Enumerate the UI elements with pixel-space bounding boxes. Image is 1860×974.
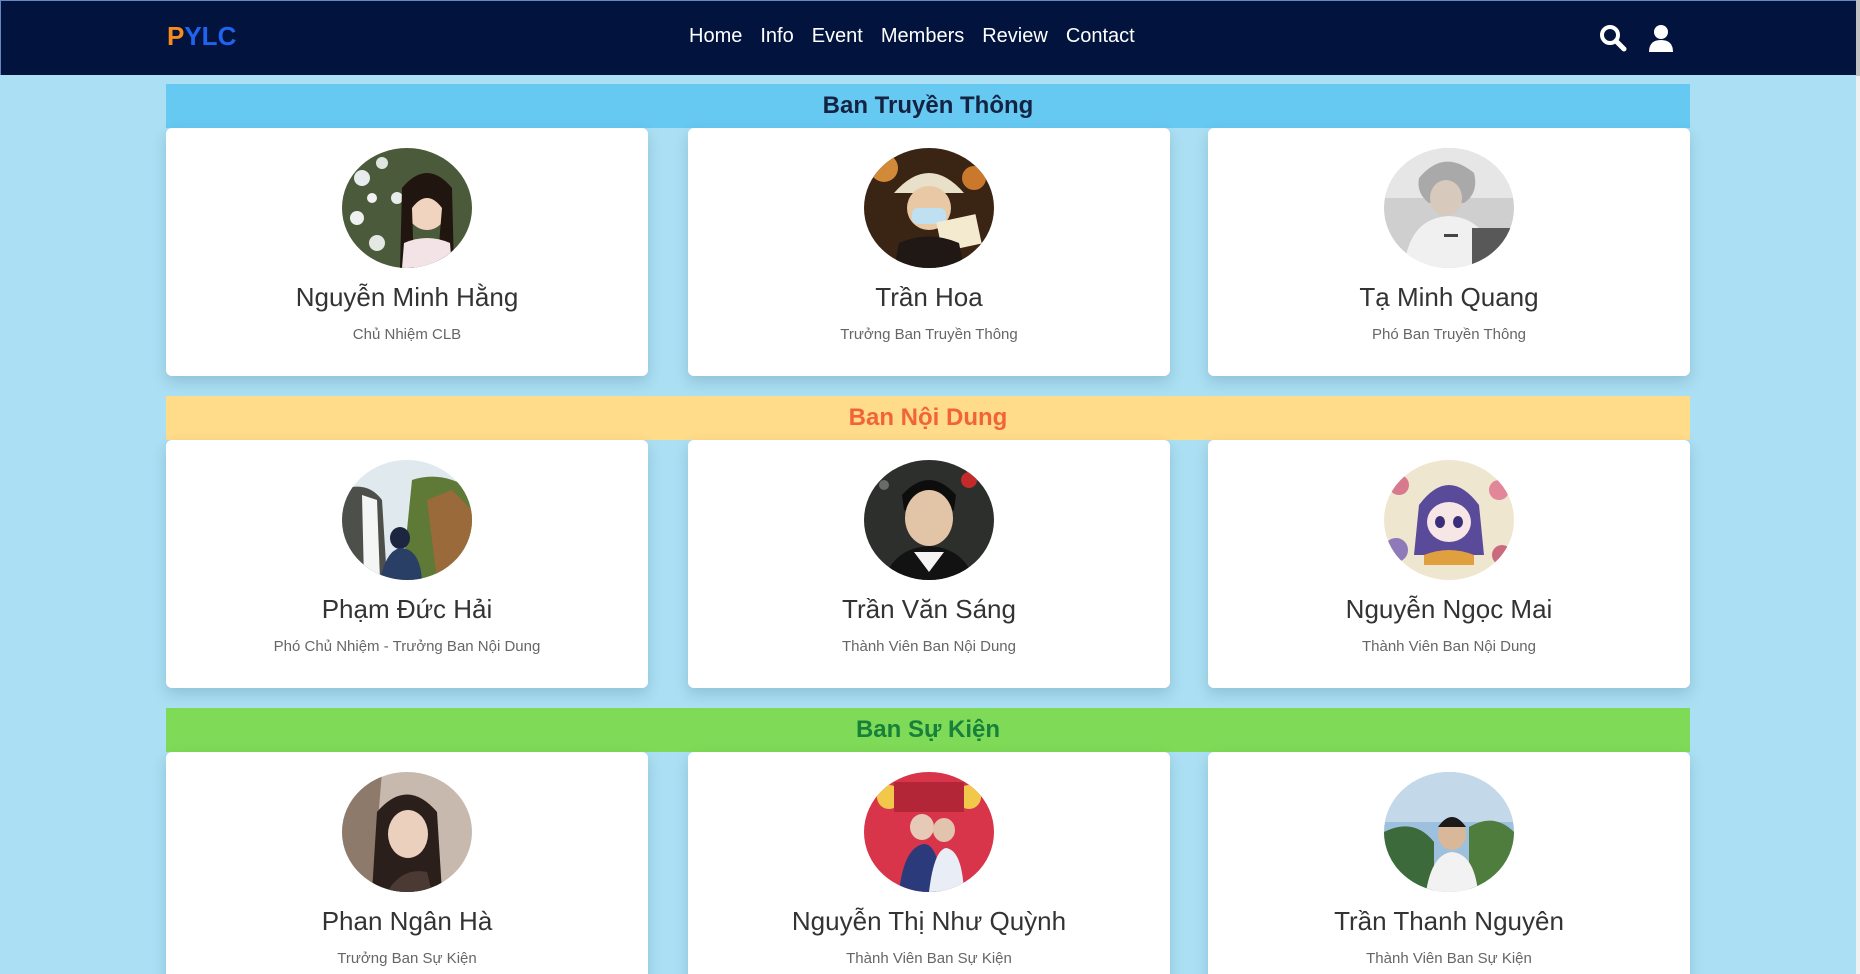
member-name: Nguyễn Ngọc Mai bbox=[1345, 594, 1553, 624]
member-name: Nguyễn Minh Hằng bbox=[295, 282, 519, 312]
member-card[interactable]: Trần Văn Sáng Thành Viên Ban Nội Dung bbox=[688, 440, 1170, 688]
member-avatar bbox=[864, 772, 994, 892]
section-header-su-kien: Ban Sự Kiện bbox=[166, 708, 1690, 752]
member-card[interactable]: Tạ Minh Quang Phó Ban Truyền Thông bbox=[1208, 128, 1690, 376]
member-avatar bbox=[342, 772, 472, 892]
nav-link-event[interactable]: Event bbox=[812, 25, 863, 48]
member-avatar bbox=[1384, 148, 1514, 268]
logo-letters-ylc: YLC bbox=[184, 21, 237, 51]
member-card[interactable]: Trần Thanh Nguyên Thành Viên Ban Sự Kiện bbox=[1208, 752, 1690, 974]
member-card[interactable]: Nguyễn Thị Như Quỳnh Thành Viên Ban Sự K… bbox=[688, 752, 1170, 974]
search-icon[interactable] bbox=[1599, 23, 1627, 53]
member-card[interactable]: Nguyễn Ngọc Mai Thành Viên Ban Nội Dung bbox=[1208, 440, 1690, 688]
member-name: Trần Thanh Nguyên bbox=[1334, 906, 1564, 936]
member-avatar bbox=[342, 148, 472, 268]
nav-link-review[interactable]: Review bbox=[982, 25, 1048, 48]
member-role: Trưởng Ban Sự Kiện bbox=[337, 950, 477, 967]
member-role: Thành Viên Ban Nội Dung bbox=[1361, 638, 1536, 655]
page-scrollbar[interactable] bbox=[1856, 0, 1860, 974]
member-role: Thành Viên Ban Sự Kiện bbox=[1366, 950, 1532, 967]
member-role: Phó Ban Truyền Thông bbox=[1372, 326, 1526, 343]
member-role: Chủ Nhiệm CLB bbox=[352, 326, 462, 343]
member-role: Thành Viên Ban Sự Kiện bbox=[846, 950, 1012, 967]
top-navbar: PYLC Home Info Event Members Review Cont… bbox=[0, 0, 1856, 75]
member-name: Tạ Minh Quang bbox=[1359, 282, 1539, 312]
member-name: Trần Văn Sáng bbox=[842, 594, 1016, 624]
member-role: Thành Viên Ban Nội Dung bbox=[841, 638, 1016, 655]
nav-icons bbox=[1599, 23, 1675, 53]
member-avatar bbox=[864, 460, 994, 580]
member-avatar bbox=[1384, 460, 1514, 580]
nav-links: Home Info Event Members Review Contact bbox=[689, 25, 1153, 48]
section-title: Ban Truyền Thông bbox=[822, 92, 1034, 119]
section-title: Ban Nội Dung bbox=[848, 404, 1008, 431]
member-card[interactable]: Trần Hoa Trưởng Ban Truyền Thông bbox=[688, 128, 1170, 376]
nav-link-members[interactable]: Members bbox=[881, 25, 964, 48]
member-name: Trần Hoa bbox=[875, 282, 983, 312]
section-header-noi-dung: Ban Nội Dung bbox=[166, 396, 1690, 440]
member-avatar bbox=[342, 460, 472, 580]
nav-link-contact[interactable]: Contact bbox=[1066, 25, 1135, 48]
site-logo[interactable]: PYLC bbox=[167, 21, 236, 52]
member-name: Phạm Đức Hải bbox=[321, 594, 493, 624]
nav-link-home[interactable]: Home bbox=[689, 25, 742, 48]
page-viewport: PYLC Home Info Event Members Review Cont… bbox=[0, 0, 1856, 974]
member-role: Phó Chủ Nhiệm - Trưởng Ban Nội Dung bbox=[273, 638, 541, 655]
member-name: Phan Ngân Hà bbox=[321, 906, 493, 936]
member-card[interactable]: Nguyễn Minh Hằng Chủ Nhiệm CLB bbox=[166, 128, 648, 376]
member-card[interactable]: Phan Ngân Hà Trưởng Ban Sự Kiện bbox=[166, 752, 648, 974]
section-header-truyen-thong: Ban Truyền Thông bbox=[166, 84, 1690, 128]
member-name: Nguyễn Thị Như Quỳnh bbox=[791, 906, 1067, 936]
scrollbar-thumb[interactable] bbox=[1856, 0, 1860, 76]
member-avatar bbox=[864, 148, 994, 268]
user-icon[interactable] bbox=[1647, 23, 1675, 53]
logo-letter-p: P bbox=[167, 21, 185, 51]
member-role: Trưởng Ban Truyền Thông bbox=[840, 326, 1018, 343]
member-avatar bbox=[1384, 772, 1514, 892]
member-card[interactable]: Phạm Đức Hải Phó Chủ Nhiệm - Trưởng Ban … bbox=[166, 440, 648, 688]
section-title: Ban Sự Kiện bbox=[855, 716, 1001, 743]
nav-link-info[interactable]: Info bbox=[760, 25, 793, 48]
